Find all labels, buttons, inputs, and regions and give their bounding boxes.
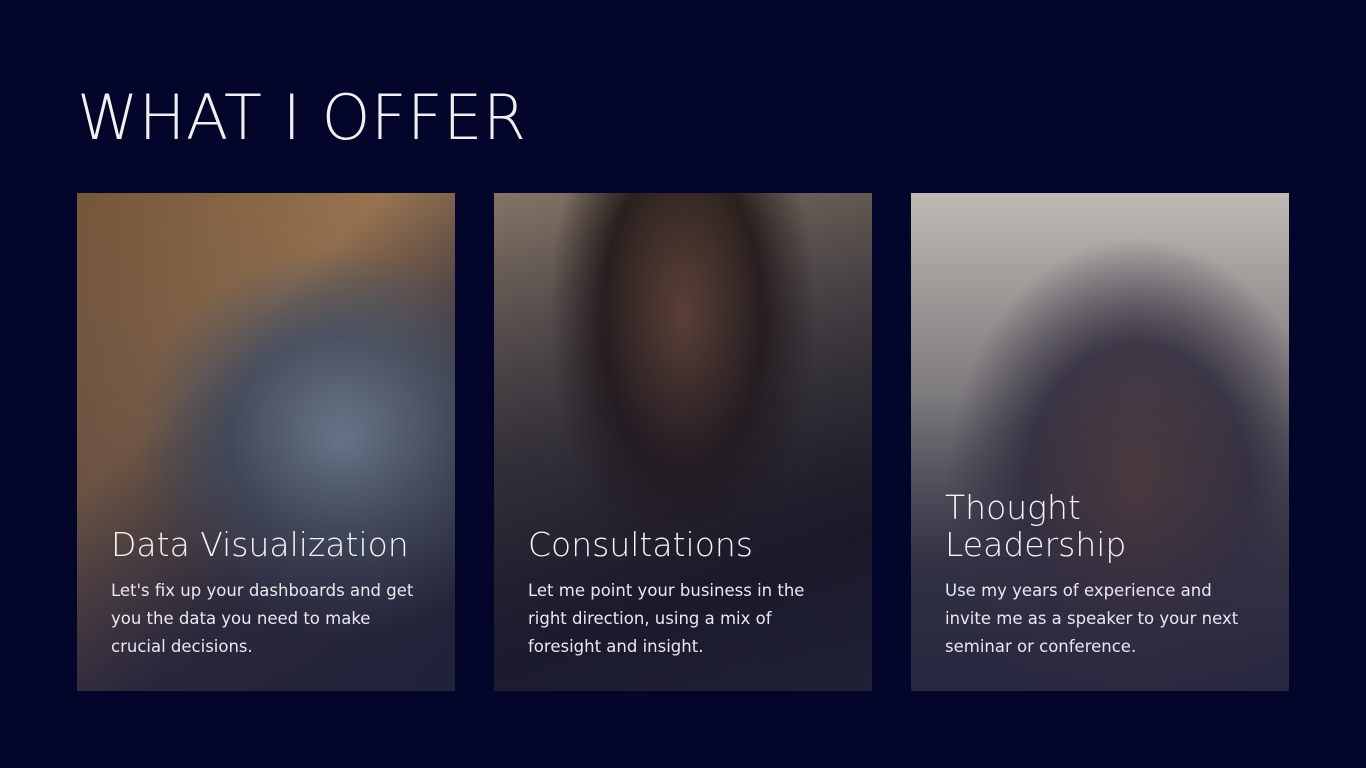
- card-title: Data Visualization: [111, 525, 409, 564]
- service-card-consultations: Consultations Let me point your business…: [494, 193, 872, 691]
- card-title: Thought Leadership: [945, 488, 1127, 564]
- card-description: Let's fix up your dashboards and get you…: [111, 581, 414, 656]
- service-card-data-visualization: Data Visualization Let's fix up your das…: [77, 193, 455, 691]
- service-card-thought-leadership: Thought Leadership Use my years of exper…: [911, 193, 1289, 691]
- card-description: Use my years of experience and invite me…: [945, 581, 1239, 656]
- card-title: Consultations: [528, 525, 753, 564]
- card-description: Let me point your business in the right …: [528, 581, 805, 656]
- page-title: WHAT I OFFER: [77, 81, 527, 154]
